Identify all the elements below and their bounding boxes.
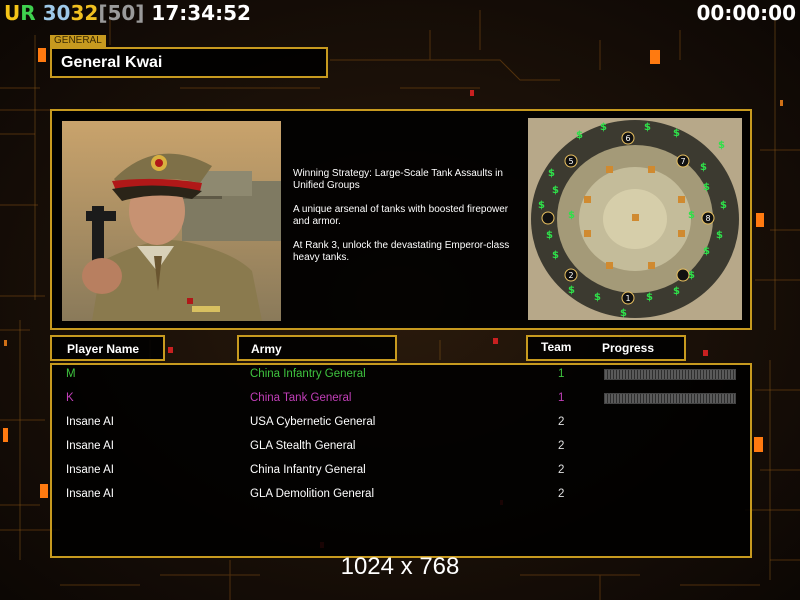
- player-row[interactable]: M China Infantry General 1: [66, 367, 746, 381]
- player-name: Insane AI: [66, 416, 114, 428]
- player-name: K: [66, 392, 74, 404]
- player-name: Insane AI: [66, 488, 114, 500]
- load-progress-bar: [604, 369, 736, 380]
- general-portrait-image: [62, 121, 281, 321]
- player-name: M: [66, 368, 76, 380]
- fps-overlay: UR 3032[50] 17:34:52: [4, 1, 251, 25]
- fps-cap: [50]: [98, 1, 145, 25]
- svg-text:$: $: [688, 210, 695, 221]
- player-team: 1: [558, 368, 565, 380]
- player-army: GLA Demolition General: [250, 488, 375, 500]
- player-row[interactable]: Insane AI USA Cybernetic General 2: [66, 415, 746, 429]
- ur-label: UR: [4, 1, 36, 25]
- general-strategy-text: Winning Strategy: Large-Scale Tank Assau…: [293, 168, 503, 191]
- start-pos-7: 7: [680, 157, 685, 166]
- svg-text:$: $: [576, 130, 583, 141]
- fps-value-a: 30: [42, 1, 71, 25]
- svg-text:$: $: [568, 285, 575, 296]
- system-clock: 17:34:52: [151, 1, 251, 25]
- svg-text:$: $: [552, 185, 559, 196]
- start-pos-1: 1: [625, 294, 630, 303]
- svg-text:$: $: [718, 140, 725, 151]
- svg-text:$: $: [538, 200, 545, 211]
- svg-text:$: $: [552, 250, 559, 261]
- player-army: China Infantry General: [250, 368, 366, 380]
- general-arsenal-text: A unique arsenal of tanks with boosted f…: [293, 204, 509, 227]
- player-name: Insane AI: [66, 440, 114, 452]
- svg-text:$: $: [568, 210, 575, 221]
- start-pos-8: 8: [705, 214, 710, 223]
- player-team: 2: [558, 440, 565, 452]
- header-player-name[interactable]: Player Name: [50, 335, 165, 361]
- svg-text:$: $: [548, 168, 555, 179]
- player-team: 1: [558, 392, 565, 404]
- svg-text:$: $: [720, 200, 727, 211]
- player-army: China Infantry General: [250, 464, 366, 476]
- minimap[interactable]: $ $ $ $ $ $ $ $ $ $ $ $ $ $ $ $ $ $ $ $ $ $ $ 6 5 7 8 2 1: [528, 118, 742, 320]
- start-pos-5: 5: [568, 157, 573, 166]
- load-progress-bar: [604, 393, 736, 404]
- header-army[interactable]: Army: [237, 335, 397, 361]
- fps-value-b: 32: [70, 1, 99, 25]
- game-timer: 00:00:00: [696, 1, 797, 25]
- svg-text:$: $: [594, 292, 601, 303]
- player-row[interactable]: K China Tank General 1: [66, 391, 746, 405]
- start-pos-6: 6: [625, 134, 630, 143]
- header-progress: Progress: [602, 341, 655, 355]
- general-section-tag: GENERAL: [50, 35, 106, 47]
- header-team: Team: [541, 340, 572, 354]
- header-team-progress[interactable]: Team Progress: [526, 335, 686, 361]
- player-team: 2: [558, 488, 565, 500]
- player-team: 2: [558, 464, 565, 476]
- svg-text:$: $: [600, 122, 607, 133]
- player-row[interactable]: Insane AI GLA Stealth General 2: [66, 439, 746, 453]
- general-name: General Kwai: [50, 47, 328, 78]
- player-row[interactable]: Insane AI GLA Demolition General 2: [66, 487, 746, 501]
- resolution-label: 1024 x 768: [340, 553, 460, 580]
- player-army: China Tank General: [250, 392, 352, 404]
- svg-text:$: $: [700, 162, 707, 173]
- svg-text:$: $: [673, 128, 680, 139]
- svg-text:$: $: [716, 230, 723, 241]
- svg-text:$: $: [673, 286, 680, 297]
- general-description: Winning Strategy: Large-Scale Tank Assau…: [293, 168, 521, 276]
- player-army: GLA Stealth General: [250, 440, 356, 452]
- svg-text:$: $: [703, 246, 710, 257]
- svg-text:$: $: [644, 122, 651, 133]
- svg-text:$: $: [546, 230, 553, 241]
- svg-text:$: $: [620, 308, 627, 319]
- start-pos-2: 2: [568, 271, 573, 280]
- player-team: 2: [558, 416, 565, 428]
- general-rank-text: At Rank 3, unlock the devastating Empero…: [293, 240, 510, 263]
- minimap-image: $$ $$ $$$$ $$$$ $$$$ $$$$ $$ $ 6 5 7 8 2 1: [528, 118, 742, 320]
- svg-text:$: $: [646, 292, 653, 303]
- player-name: Insane AI: [66, 464, 114, 476]
- svg-text:$: $: [703, 182, 710, 193]
- player-row[interactable]: Insane AI China Infantry General 2: [66, 463, 746, 477]
- general-portrait: [62, 121, 281, 321]
- player-army: USA Cybernetic General: [250, 416, 376, 428]
